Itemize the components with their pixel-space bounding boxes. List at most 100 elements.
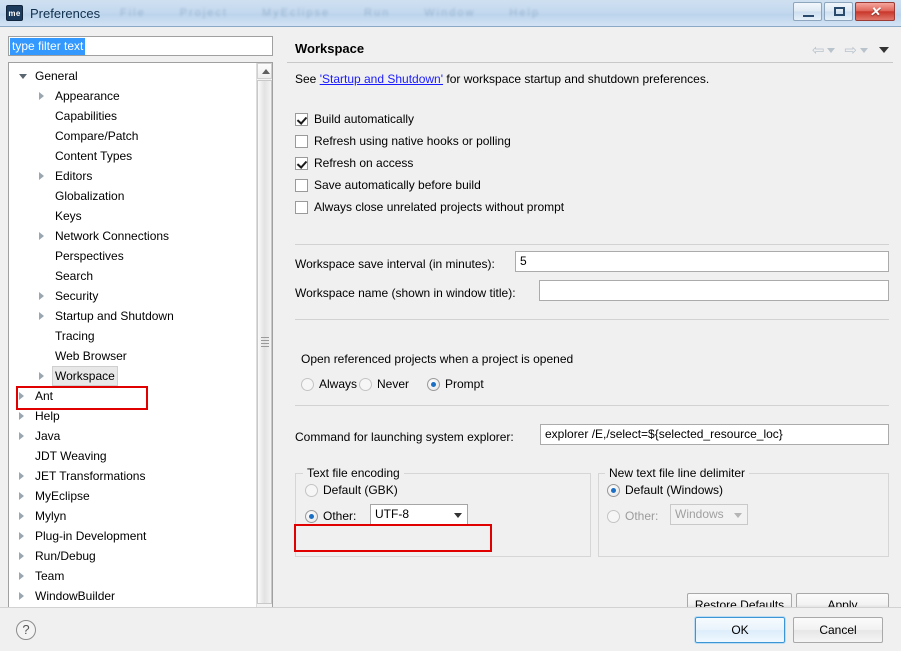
tree-item-search[interactable]: Search: [9, 266, 257, 286]
tree-item-label: Globalization: [55, 189, 125, 203]
delimiter-default-radio[interactable]: [607, 484, 620, 497]
help-icon[interactable]: ?: [16, 620, 36, 640]
back-arrow-icon[interactable]: ⇦: [812, 43, 825, 58]
tree-expander-closed-icon[interactable]: [19, 552, 24, 560]
tree-expander-closed-icon[interactable]: [19, 592, 24, 600]
scrollbar-thumb[interactable]: [257, 80, 272, 604]
close-button[interactable]: ✕: [855, 2, 895, 21]
referenced-radio-always[interactable]: [301, 378, 314, 391]
tree-item-team[interactable]: Team: [9, 566, 257, 586]
tree-expander-closed-icon[interactable]: [39, 172, 44, 180]
tree-expander-closed-icon[interactable]: [19, 432, 24, 440]
checkbox-label: Save automatically before build: [314, 178, 481, 192]
tree-item-globalization[interactable]: Globalization: [9, 186, 257, 206]
tree-item-editors[interactable]: Editors: [9, 166, 257, 186]
title-separator: [287, 62, 893, 63]
referenced-radio-never[interactable]: [359, 378, 372, 391]
explorer-command-input[interactable]: explorer /E,/select=${selected_resource_…: [540, 424, 889, 445]
checkbox-label: Always close unrelated projects without …: [314, 200, 565, 214]
tree-item-label: Compare/Patch: [55, 129, 139, 143]
checkbox-build-automatically[interactable]: [295, 113, 308, 126]
workspace-name-input[interactable]: [539, 280, 889, 301]
delimiter-other-radio[interactable]: [607, 510, 620, 523]
window-title: Preferences: [30, 6, 101, 21]
save-interval-label: Workspace save interval (in minutes):: [295, 257, 495, 271]
tree-item-tracing[interactable]: Tracing: [9, 326, 257, 346]
forward-arrow-icon[interactable]: ⇨: [844, 43, 857, 58]
tree-expander-closed-icon[interactable]: [39, 232, 44, 240]
tree-expander-closed-icon[interactable]: [19, 532, 24, 540]
tree-scrollbar[interactable]: [256, 63, 272, 625]
page-menu-icon[interactable]: [879, 47, 889, 53]
scroll-up-button[interactable]: [257, 63, 272, 79]
tree-item-windowbuilder[interactable]: WindowBuilder: [9, 586, 257, 606]
tree-item-run-debug[interactable]: Run/Debug: [9, 546, 257, 566]
tree-item-label: Workspace: [52, 366, 118, 386]
tree-item-myeclipse[interactable]: MyEclipse: [9, 486, 257, 506]
tree-expander-closed-icon[interactable]: [39, 372, 44, 380]
encoding-other-label: Other:: [323, 509, 357, 523]
encoding-other-value: UTF-8: [375, 507, 409, 521]
checkbox-refresh-using-native-hooks-or-polling[interactable]: [295, 135, 308, 148]
minimize-button[interactable]: [793, 2, 822, 21]
tree-item-security[interactable]: Security: [9, 286, 257, 306]
tree-expander-closed-icon[interactable]: [19, 512, 24, 520]
tree-item-jet-transformations[interactable]: JET Transformations: [9, 466, 257, 486]
cancel-button[interactable]: Cancel: [793, 617, 883, 643]
tree-item-startup-and-shutdown[interactable]: Startup and Shutdown: [9, 306, 257, 326]
tree-expander-open-icon[interactable]: [19, 74, 27, 83]
checkbox-refresh-on-access[interactable]: [295, 157, 308, 170]
checkbox-save-automatically-before-build[interactable]: [295, 179, 308, 192]
line-delimiter-title: New text file line delimiter: [605, 466, 750, 480]
tree-item-content-types[interactable]: Content Types: [9, 146, 257, 166]
tree-item-appearance[interactable]: Appearance: [9, 86, 257, 106]
tree-item-label: Keys: [55, 209, 82, 223]
tree-expander-closed-icon[interactable]: [19, 412, 24, 420]
encoding-default-radio[interactable]: [305, 484, 318, 497]
preferences-tree[interactable]: General Appearance Capabilities Compare/Pat…: [8, 62, 273, 626]
separator-above-referenced-group: [295, 319, 889, 320]
back-dropdown-icon[interactable]: [827, 47, 836, 53]
tree-expander-closed-icon[interactable]: [19, 472, 24, 480]
tree-item-jdt-weaving[interactable]: JDT Weaving: [9, 446, 257, 466]
tree-item-label: Editors: [55, 169, 93, 183]
tree-item-workspace[interactable]: Workspace: [9, 366, 257, 386]
maximize-button[interactable]: [824, 2, 853, 21]
tree-item-general[interactable]: General: [9, 66, 257, 86]
checkbox-label: Build automatically: [314, 112, 415, 126]
tree-item-label: Appearance: [55, 89, 120, 103]
forward-dropdown-icon[interactable]: [860, 47, 868, 53]
tree-item-perspectives[interactable]: Perspectives: [9, 246, 257, 266]
separator-above-save-interval: [295, 244, 889, 245]
workspace-name-label: Workspace name (shown in window title):: [295, 286, 516, 300]
tree-expander-closed-icon[interactable]: [39, 292, 44, 300]
chevron-down-icon: [734, 513, 742, 518]
tree-item-list: General Appearance Capabilities Compare/Pat…: [9, 66, 257, 606]
tree-item-label: Web Browser: [55, 349, 127, 363]
tree-item-plug-in-development[interactable]: Plug-in Development: [9, 526, 257, 546]
tree-item-mylyn[interactable]: Mylyn: [9, 506, 257, 526]
encoding-other-combo[interactable]: UTF-8: [370, 504, 468, 525]
tree-expander-closed-icon[interactable]: [39, 92, 44, 100]
checkbox-always-close-unrelated-projects-without-prompt[interactable]: [295, 201, 308, 214]
delimiter-other-combo: Windows: [670, 504, 748, 525]
tree-expander-closed-icon[interactable]: [19, 492, 24, 500]
tree-item-keys[interactable]: Keys: [9, 206, 257, 226]
tree-item-web-browser[interactable]: Web Browser: [9, 346, 257, 366]
tree-item-capabilities[interactable]: Capabilities: [9, 106, 257, 126]
startup-shutdown-link[interactable]: 'Startup and Shutdown': [320, 72, 443, 86]
tree-item-compare-patch[interactable]: Compare/Patch: [9, 126, 257, 146]
save-interval-input[interactable]: 5: [515, 251, 889, 272]
tree-item-network-connections[interactable]: Network Connections: [9, 226, 257, 246]
tree-item-label: General: [35, 69, 78, 83]
tree-item-java[interactable]: Java: [9, 426, 257, 446]
filter-input[interactable]: type filter text: [8, 36, 273, 56]
tree-expander-closed-icon[interactable]: [39, 312, 44, 320]
referenced-radio-prompt[interactable]: [427, 378, 440, 391]
tree-item-label: Java: [35, 429, 61, 443]
ok-button[interactable]: OK: [694, 616, 786, 644]
tree-item-label: Tracing: [55, 329, 95, 343]
tree-expander-closed-icon[interactable]: [19, 572, 24, 580]
annotation-box-workspace: [16, 386, 148, 410]
encoding-other-radio[interactable]: [305, 510, 318, 523]
